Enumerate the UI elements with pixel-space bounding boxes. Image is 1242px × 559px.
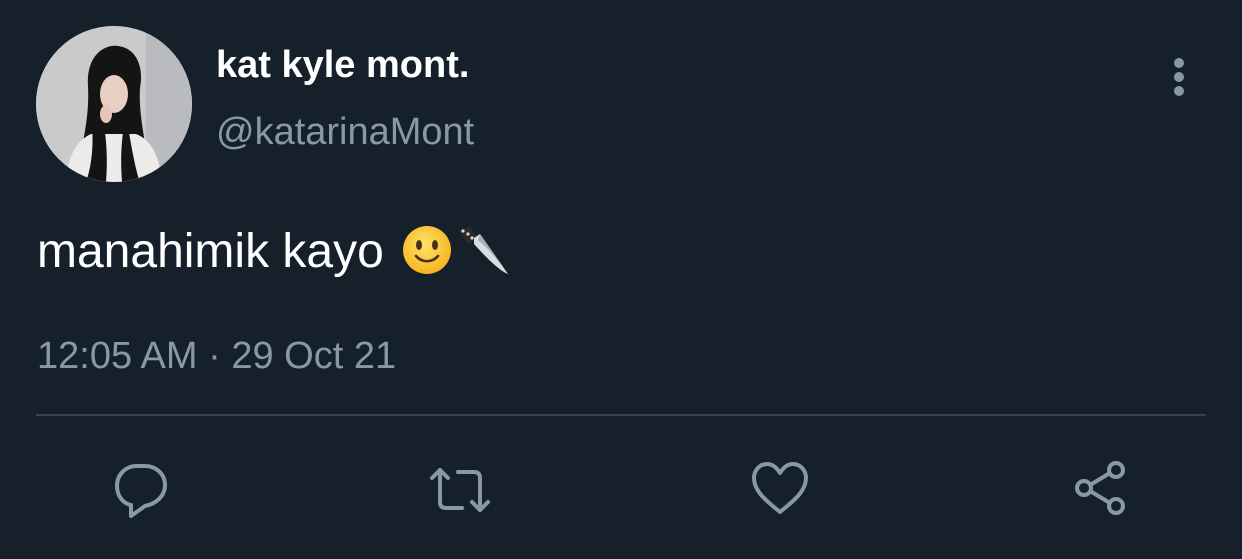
- share-icon: [1075, 461, 1125, 515]
- more-dot: [1174, 72, 1184, 82]
- reply-button[interactable]: [109, 458, 173, 522]
- reply-icon: [115, 464, 167, 518]
- display-name[interactable]: kat kyle mont.: [216, 42, 469, 88]
- share-button[interactable]: [1070, 458, 1134, 522]
- more-options-button[interactable]: [1160, 52, 1200, 102]
- more-dot: [1174, 86, 1184, 96]
- like-button[interactable]: [748, 458, 812, 522]
- more-dot: [1174, 58, 1184, 68]
- avatar[interactable]: [36, 26, 192, 182]
- retweet-icon: [430, 468, 490, 512]
- tweet-body: manahimik kayo: [37, 222, 510, 282]
- user-handle[interactable]: @katarinaMont: [216, 109, 474, 155]
- tweet-card: kat kyle mont. @katarinaMont manahimik k…: [0, 0, 1242, 559]
- like-icon: [752, 462, 808, 514]
- profile-photo: [36, 26, 192, 182]
- divider: [36, 414, 1206, 416]
- tweet-timestamp[interactable]: 12:05 AM · 29 Oct 21: [37, 333, 396, 379]
- tweet-text: manahimik kayo: [37, 225, 384, 278]
- kitchen-knife-emoji: [454, 222, 510, 283]
- slightly-smiling-face-emoji: [402, 225, 452, 280]
- retweet-button[interactable]: [428, 458, 492, 522]
